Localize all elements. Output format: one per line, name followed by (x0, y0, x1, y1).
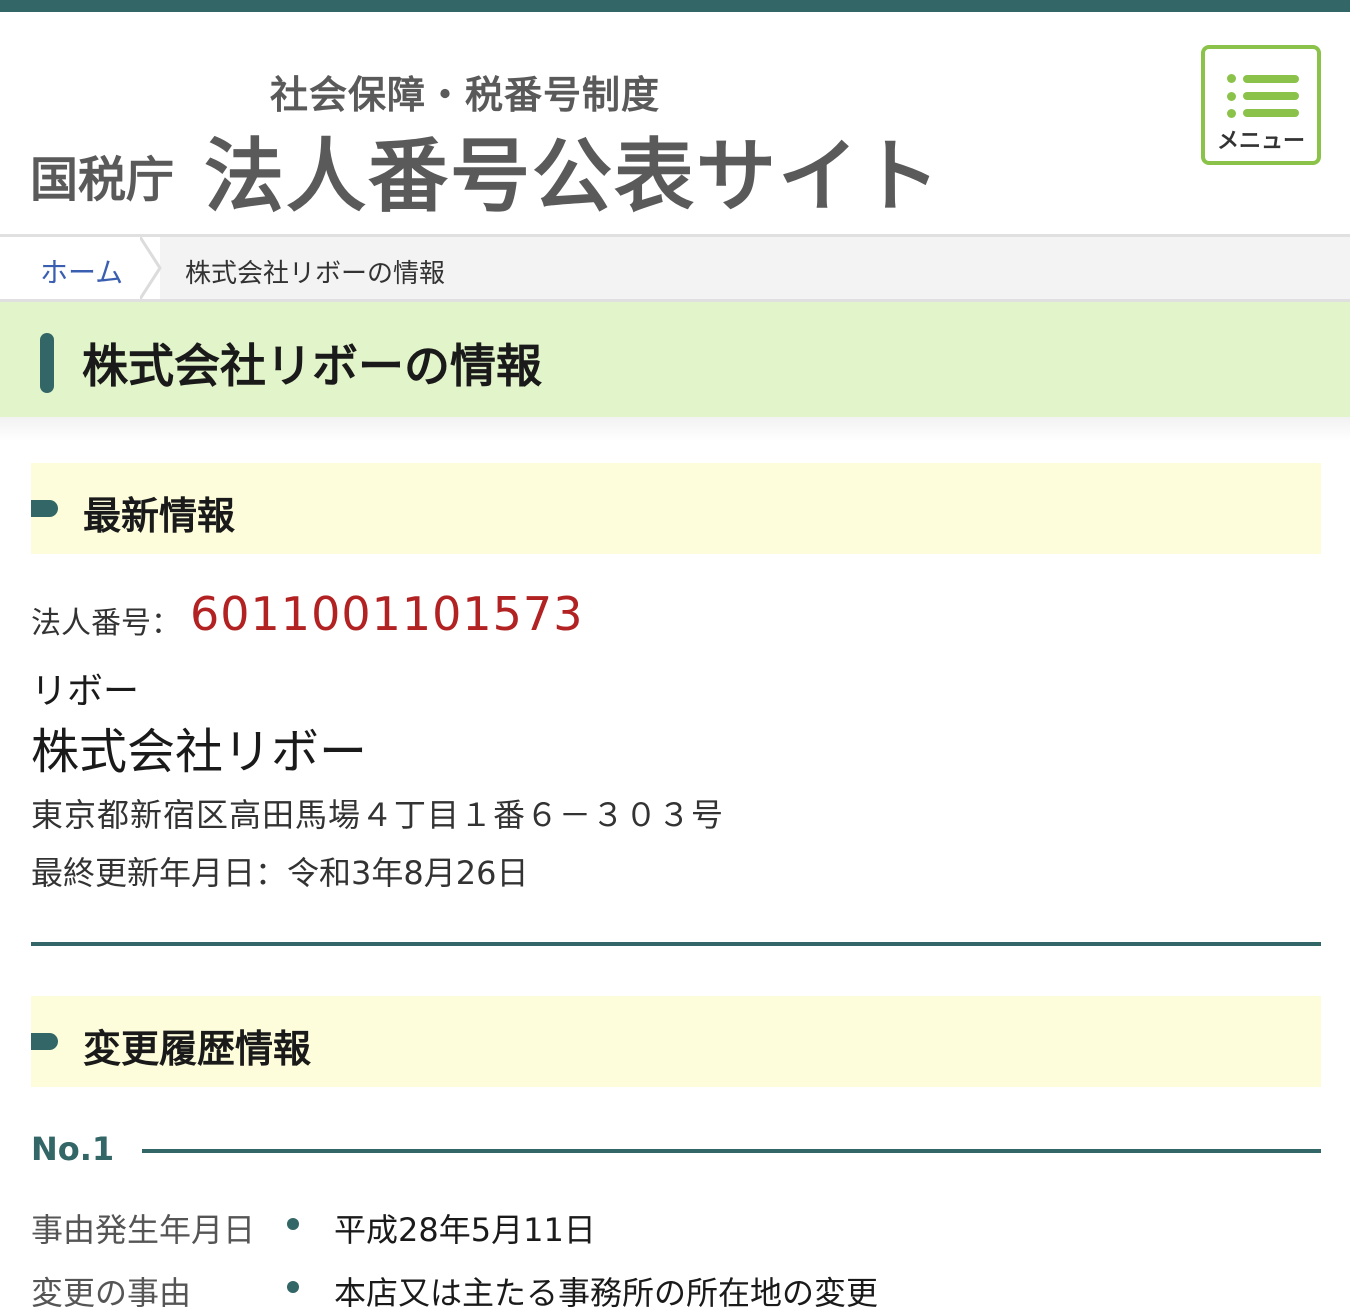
menu-button-label: メニュー (1216, 129, 1305, 154)
chevron-right-icon (140, 237, 162, 299)
breadcrumb: ホーム 株式会社リボーの情報 (0, 234, 1350, 302)
site-title[interactable]: 法人番号公表サイト (204, 112, 942, 228)
section-divider (31, 942, 1321, 946)
breadcrumb-home-link[interactable]: ホーム (40, 251, 123, 291)
latest-info-heading: 最新情報 (83, 494, 236, 538)
breadcrumb-current: 株式会社リボーの情報 (185, 259, 446, 289)
title-accent-bar (40, 333, 54, 393)
bullet-dot-icon (287, 1218, 299, 1230)
hamburger-icon (1227, 71, 1299, 118)
section-marker-icon (31, 1033, 58, 1050)
site-subtitle: 社会保障・税番号制度 (270, 73, 661, 117)
bullet-dot-icon (287, 1281, 299, 1293)
history-entry-number: No.1 (31, 1130, 115, 1168)
menu-button[interactable]: メニュー (1201, 45, 1321, 165)
corp-number-label: 法人番号： (31, 606, 181, 641)
latest-info-heading-band: 最新情報 (31, 463, 1321, 554)
agency-name: 国税庁 (30, 152, 175, 208)
last-updated-date: 最終更新年月日：令和3年8月26日 (31, 854, 529, 892)
site-header: 社会保障・税番号制度 国税庁 法人番号公表サイト メニュー (0, 12, 1350, 234)
history-row-value: 平成28年5月11日 (334, 1211, 596, 1249)
history-entry-rule (142, 1149, 1321, 1153)
page-title: 株式会社リボーの情報 (82, 339, 542, 393)
corp-name-kana: リボー (31, 671, 140, 712)
breadcrumb-home-item: ホーム (0, 237, 160, 299)
history-row-label: 事由発生年月日 (31, 1211, 256, 1249)
corp-number: 6011001101573 (190, 587, 584, 641)
section-marker-icon (31, 500, 58, 517)
change-history-heading-band: 変更履歴情報 (31, 996, 1321, 1087)
history-row-label: 変更の事由 (31, 1274, 192, 1312)
title-band-shadow (0, 417, 1350, 441)
page-title-band: 株式会社リボーの情報 (0, 302, 1350, 417)
change-history-heading: 変更履歴情報 (83, 1027, 312, 1071)
history-row-value: 本店又は主たる事務所の所在地の変更 (334, 1274, 879, 1312)
corp-name: 株式会社リボー (31, 724, 368, 780)
corp-address: 東京都新宿区高田馬場４丁目１番６－３０３号 (31, 796, 725, 834)
top-accent-bar (0, 0, 1350, 12)
